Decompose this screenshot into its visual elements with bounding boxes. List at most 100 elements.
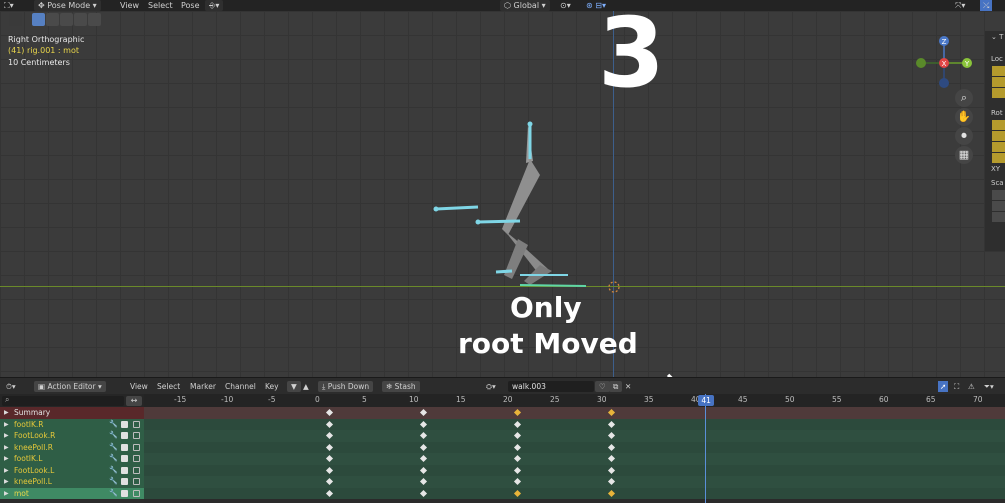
channel-summary[interactable]: ▶ Summary	[0, 407, 144, 419]
timeline-row[interactable]	[144, 430, 1005, 442]
channel-search-input[interactable]: ⌕	[2, 395, 124, 406]
armature-rig[interactable]	[420, 111, 620, 301]
location-x-field[interactable]	[992, 66, 1005, 76]
modifier-icon[interactable]: 🔧	[109, 432, 118, 439]
lock-icon[interactable]	[133, 420, 140, 428]
npanel-collapse-icon[interactable]: ⌄ T	[991, 33, 1003, 41]
timeline-row[interactable]	[144, 418, 1005, 430]
only-selected-icon[interactable]: ➚	[938, 381, 949, 392]
modifier-icon[interactable]: 🔧	[109, 478, 118, 485]
lock-icon[interactable]	[133, 455, 140, 462]
cursor-tool-icon[interactable]	[9, 13, 22, 26]
modifier-icon[interactable]: 🔧	[109, 455, 118, 462]
lock-icon[interactable]	[133, 489, 140, 497]
ds-menu-select[interactable]: Select	[157, 381, 180, 392]
editor-mode-dropdown[interactable]: ▣ Action Editor ▾	[34, 381, 106, 392]
expand-triangle-icon[interactable]: ▶	[4, 453, 9, 465]
lock-icon[interactable]	[133, 432, 140, 439]
overlay-toggle-icon[interactable]: ⤯	[980, 0, 993, 11]
grid-icon[interactable]: ▦	[955, 146, 973, 164]
zoom-icon[interactable]: ⌕	[955, 89, 973, 107]
current-frame-indicator[interactable]: 41	[698, 395, 714, 406]
hand-icon[interactable]: ✋	[955, 108, 973, 126]
expand-triangle-icon[interactable]: ▶	[4, 430, 9, 442]
action-name-field[interactable]: walk.003	[508, 381, 594, 392]
channel-enable-checkbox[interactable]	[121, 420, 128, 428]
modifier-icon[interactable]: 🔧	[109, 466, 118, 474]
swap-filter-icon[interactable]: ↔	[126, 396, 142, 406]
expand-triangle-icon[interactable]: ▶	[4, 465, 9, 477]
snap-icon[interactable]: ⊛ ⊟▾	[586, 0, 606, 11]
channel-enable-checkbox[interactable]	[121, 466, 128, 474]
modifier-icon[interactable]: 🔧	[109, 489, 118, 497]
expand-triangle-icon[interactable]: ▶	[4, 419, 9, 431]
select-extend-icon[interactable]	[46, 13, 59, 26]
push-down-button[interactable]: ⤓ Push Down	[318, 381, 374, 392]
scale-y-field[interactable]	[992, 201, 1005, 211]
channel-row[interactable]: ▶ FootLook.R 🔧	[0, 430, 144, 442]
show-hidden-icon[interactable]: ⛶	[954, 381, 959, 392]
navigation-gizmo[interactable]: Z X Y	[912, 33, 976, 93]
unlink-action-icon[interactable]: ✕	[625, 381, 631, 392]
camera-icon[interactable]: ⏺	[955, 127, 973, 145]
pose-options-dropdown[interactable]: ⎆▾	[205, 0, 224, 11]
menu-pose[interactable]: Pose	[181, 0, 200, 11]
channel-enable-checkbox[interactable]	[121, 489, 128, 497]
pivot-icon[interactable]: ⊙▾	[560, 0, 571, 11]
select-subtract-icon[interactable]	[60, 13, 73, 26]
gizmo-toggle-icon[interactable]: ⤧▾	[955, 0, 965, 11]
rotation-mode-label[interactable]: XY	[991, 165, 1000, 173]
lock-icon[interactable]	[133, 443, 140, 451]
dopesheet-editor-type-icon[interactable]: ⏱▾	[6, 381, 16, 392]
rotation-z-field[interactable]	[992, 153, 1005, 163]
expand-triangle-icon[interactable]: ▶	[4, 407, 9, 419]
timeline-row[interactable]	[144, 441, 1005, 453]
scale-x-field[interactable]	[992, 190, 1005, 200]
layer-down-icon[interactable]: ▼	[287, 381, 301, 392]
rotation-w-field[interactable]	[992, 120, 1005, 130]
mode-dropdown[interactable]: ✥ Pose Mode ▾	[34, 0, 101, 11]
select-invert-icon[interactable]	[74, 13, 87, 26]
channel-enable-checkbox[interactable]	[121, 478, 128, 485]
dopesheet-timeline[interactable]: -15 -10 -5 0 5 10 15 20 25 30 35 40 45 50 55 60 65 70 41	[144, 394, 1005, 503]
channel-row[interactable]: ▶ kneePoll.L 🔧	[0, 476, 144, 488]
modifier-icon[interactable]: 🔧	[109, 443, 118, 451]
filter-icon[interactable]: ⏷▾	[984, 381, 994, 392]
ds-menu-channel[interactable]: Channel	[225, 381, 256, 392]
3d-viewport[interactable]: Right Orthographic (41) rig.001 : mot 10…	[0, 11, 1005, 377]
timeline-row[interactable]	[144, 453, 1005, 465]
timeline-row[interactable]	[144, 476, 1005, 488]
layer-up-icon[interactable]: ▲	[303, 381, 309, 392]
orientation-dropdown[interactable]: ⬡ Global ▾	[500, 0, 550, 11]
timeline-row[interactable]	[144, 464, 1005, 476]
channel-enable-checkbox[interactable]	[121, 443, 128, 451]
channel-row[interactable]: ▶ footIK.L 🔧	[0, 453, 144, 465]
ds-menu-view[interactable]: View	[130, 381, 148, 392]
channel-enable-checkbox[interactable]	[121, 432, 128, 439]
location-y-field[interactable]	[992, 77, 1005, 87]
menu-view[interactable]: View	[120, 0, 139, 11]
playhead-line[interactable]	[705, 394, 707, 503]
select-box-icon[interactable]	[32, 13, 45, 26]
channel-row[interactable]: ▶ footIK.R 🔧	[0, 418, 144, 431]
lock-icon[interactable]	[133, 466, 140, 474]
rotation-y-field[interactable]	[992, 142, 1005, 152]
ds-menu-marker[interactable]: Marker	[190, 381, 216, 392]
select-intersect-icon[interactable]	[88, 13, 101, 26]
timeline-row[interactable]	[144, 407, 1005, 419]
lock-icon[interactable]	[133, 478, 140, 485]
rotation-x-field[interactable]	[992, 131, 1005, 141]
fake-user-icon[interactable]: ♡	[595, 381, 610, 392]
editor-type-icon[interactable]: ⛶▾	[4, 0, 26, 11]
location-z-field[interactable]	[992, 88, 1005, 98]
action-browse-icon[interactable]: ⛭▾	[486, 381, 496, 392]
expand-triangle-icon[interactable]: ▶	[4, 488, 9, 500]
channel-row[interactable]: ▶ FootLook.L 🔧	[0, 464, 144, 477]
expand-triangle-icon[interactable]: ▶	[4, 442, 9, 454]
channel-row[interactable]: ▶ mot 🔧	[0, 487, 144, 500]
ds-menu-key[interactable]: Key	[265, 381, 279, 392]
modifier-icon[interactable]: 🔧	[109, 420, 118, 428]
channel-enable-checkbox[interactable]	[121, 455, 128, 462]
errors-filter-icon[interactable]: ⚠	[968, 381, 975, 392]
expand-triangle-icon[interactable]: ▶	[4, 476, 9, 488]
